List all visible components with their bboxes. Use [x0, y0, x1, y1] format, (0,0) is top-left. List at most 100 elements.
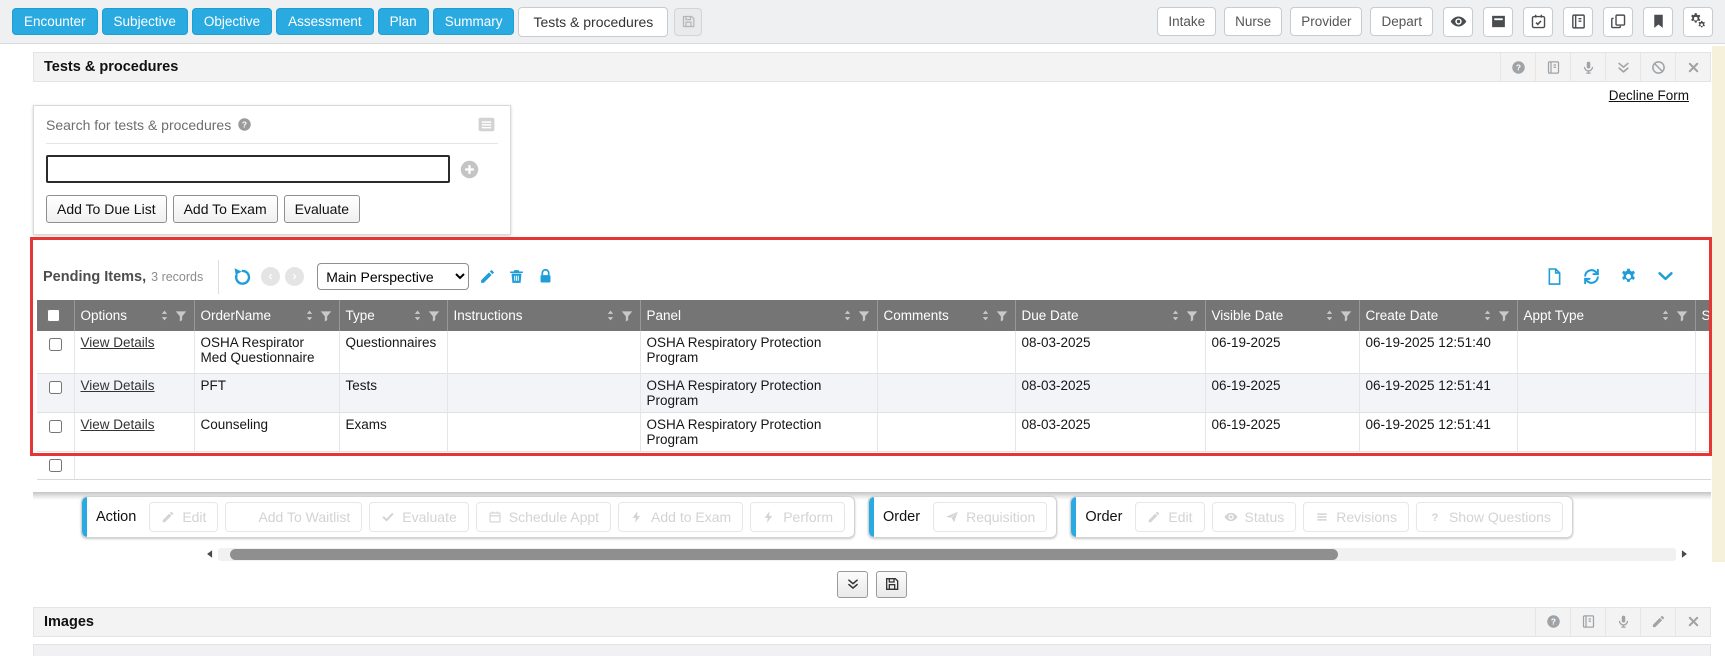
tab-plan[interactable]: Plan: [378, 8, 429, 36]
filter-icon[interactable]: [1185, 309, 1199, 323]
new-file-icon[interactable]: [1545, 267, 1564, 286]
add-to-waitlist-button[interactable]: Add To Waitlist: [225, 502, 362, 532]
edit-button[interactable]: Edit: [1135, 502, 1204, 532]
prev-page-button[interactable]: [261, 267, 280, 286]
col-header-ordername[interactable]: OrderName: [194, 300, 339, 331]
filter-icon[interactable]: [427, 309, 441, 323]
col-header-create-date[interactable]: Create Date: [1359, 300, 1517, 331]
sort-icon[interactable]: [1659, 309, 1672, 322]
col-header-options[interactable]: Options: [74, 300, 194, 331]
copy-button[interactable]: [1603, 7, 1633, 37]
book-button[interactable]: [1535, 53, 1570, 81]
col-header-appt-type[interactable]: Appt Type: [1517, 300, 1695, 331]
revisions-button[interactable]: Revisions: [1303, 502, 1409, 532]
show-questions-button[interactable]: ?Show Questions: [1416, 502, 1563, 532]
col-header-type[interactable]: Type: [339, 300, 447, 331]
undo-icon[interactable]: [232, 266, 253, 287]
book-button[interactable]: [1563, 7, 1593, 37]
scrollbar-thumb[interactable]: [230, 549, 1338, 560]
col-header-visible-date[interactable]: Visible Date: [1205, 300, 1359, 331]
filter-icon[interactable]: [174, 309, 188, 323]
collapse-section-button[interactable]: [837, 571, 868, 598]
filter-icon[interactable]: [995, 309, 1009, 323]
sort-icon[interactable]: [604, 309, 617, 322]
col-header-panel[interactable]: Panel: [640, 300, 877, 331]
row-checkbox[interactable]: [49, 338, 62, 351]
search-help-icon[interactable]: ?: [237, 117, 252, 132]
tab-assessment[interactable]: Assessment: [276, 8, 374, 36]
search-input[interactable]: [46, 155, 450, 183]
evaluate-button[interactable]: Evaluate: [284, 195, 360, 223]
calendar-button[interactable]: [1523, 7, 1553, 37]
sort-icon[interactable]: [841, 309, 854, 322]
nurse-button[interactable]: Nurse: [1224, 7, 1282, 36]
refresh-icon[interactable]: [1582, 267, 1601, 286]
view-details-link[interactable]: View Details: [81, 417, 155, 432]
requisition-button[interactable]: Requisition: [933, 502, 1047, 532]
sort-icon[interactable]: [1323, 309, 1336, 322]
add-to-exam-button[interactable]: Add to Exam: [618, 502, 743, 532]
filter-icon[interactable]: [857, 309, 871, 323]
scroll-right-arrow[interactable]: [1679, 549, 1689, 559]
list-view-icon[interactable]: [475, 115, 498, 134]
next-page-button[interactable]: [285, 267, 304, 286]
chevron-down-icon[interactable]: [1656, 267, 1675, 286]
bookmark-button[interactable]: [1643, 7, 1673, 37]
tab-encounter[interactable]: Encounter: [12, 8, 98, 36]
perspective-select[interactable]: Main Perspective: [317, 263, 469, 290]
scrollbar-track[interactable]: [218, 548, 1676, 561]
eye-button[interactable]: [1443, 7, 1473, 37]
help-button[interactable]: ?: [1500, 53, 1535, 81]
sort-icon[interactable]: [303, 309, 316, 322]
archive-button[interactable]: [1483, 7, 1513, 37]
sort-icon[interactable]: [411, 309, 424, 322]
row-checkbox[interactable]: [49, 459, 62, 472]
pencil-icon[interactable]: [479, 268, 496, 285]
evaluate-button[interactable]: Evaluate: [369, 502, 468, 532]
lock-icon[interactable]: [537, 268, 554, 285]
decline-form-link[interactable]: Decline Form: [1609, 88, 1689, 103]
view-details-link[interactable]: View Details: [81, 378, 155, 393]
save-tab-button[interactable]: [674, 8, 702, 36]
collapse-button[interactable]: [1605, 53, 1640, 81]
filter-icon[interactable]: [1339, 309, 1353, 323]
tab-subjective[interactable]: Subjective: [102, 8, 188, 36]
add-icon[interactable]: [459, 159, 480, 180]
settings-button[interactable]: [1683, 7, 1713, 37]
trash-icon[interactable]: [508, 268, 525, 285]
add-to-due-list-button[interactable]: Add To Due List: [46, 195, 167, 223]
depart-button[interactable]: Depart: [1370, 7, 1433, 36]
tab-summary[interactable]: Summary: [433, 8, 515, 36]
filter-icon[interactable]: [620, 309, 634, 323]
save-section-button[interactable]: [876, 571, 907, 598]
intake-button[interactable]: Intake: [1157, 7, 1216, 36]
select-all-checkbox[interactable]: [47, 309, 60, 322]
filter-icon[interactable]: [319, 309, 333, 323]
row-checkbox[interactable]: [49, 381, 62, 394]
schedule-appt-button[interactable]: Schedule Appt: [476, 502, 611, 532]
mic-button[interactable]: [1570, 53, 1605, 81]
add-to-exam-button[interactable]: Add To Exam: [173, 195, 278, 223]
status-button[interactable]: Status: [1212, 502, 1297, 532]
sort-icon[interactable]: [1481, 309, 1494, 322]
tab-tests-procedures-active[interactable]: Tests & procedures: [518, 7, 668, 37]
view-details-link[interactable]: View Details: [81, 335, 155, 350]
col-header-truncated[interactable]: S: [1695, 300, 1711, 331]
col-header-comments[interactable]: Comments: [877, 300, 1015, 331]
perform-button[interactable]: Perform: [750, 502, 845, 532]
edit-button[interactable]: Edit: [149, 502, 218, 532]
sort-icon[interactable]: [979, 309, 992, 322]
block-button[interactable]: [1640, 53, 1675, 81]
scroll-left-arrow[interactable]: [205, 549, 215, 559]
tab-objective[interactable]: Objective: [192, 8, 272, 36]
provider-button[interactable]: Provider: [1290, 7, 1362, 36]
filter-icon[interactable]: [1497, 309, 1511, 323]
gear-icon[interactable]: [1619, 267, 1638, 286]
row-checkbox[interactable]: [49, 420, 62, 433]
sort-icon[interactable]: [158, 309, 171, 322]
close-button[interactable]: [1675, 53, 1710, 81]
col-header-instructions[interactable]: Instructions: [447, 300, 640, 331]
col-header-due-date[interactable]: Due Date: [1015, 300, 1205, 331]
filter-icon[interactable]: [1675, 309, 1689, 323]
sort-icon[interactable]: [1169, 309, 1182, 322]
